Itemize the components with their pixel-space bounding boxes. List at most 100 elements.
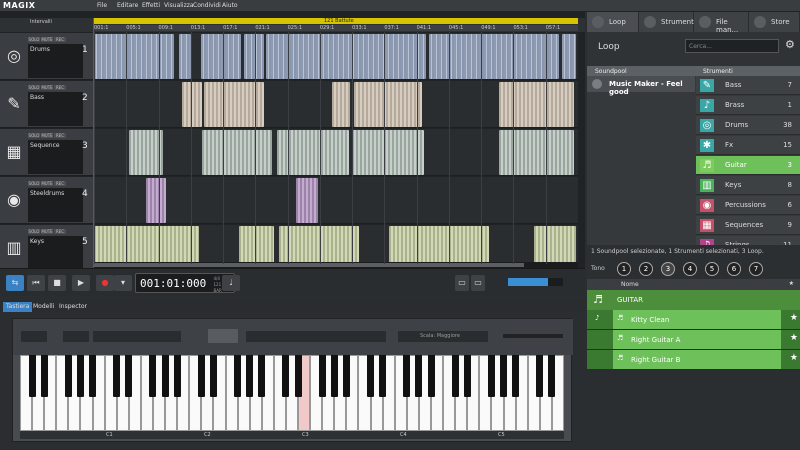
favorite-star-icon[interactable]: ★: [790, 313, 798, 323]
tab-store[interactable]: Store: [749, 12, 800, 32]
menu-file[interactable]: File: [97, 2, 107, 9]
black-key[interactable]: [258, 355, 266, 397]
stop-button[interactable]: ■: [48, 275, 66, 291]
black-key[interactable]: [403, 355, 411, 397]
black-key[interactable]: [548, 355, 556, 397]
tab-loop[interactable]: Loop: [587, 12, 639, 32]
tone-button-4[interactable]: 4: [683, 262, 697, 276]
audio-object[interactable]: [94, 34, 174, 79]
black-key[interactable]: [76, 355, 84, 397]
arpeggio-button[interactable]: [208, 329, 238, 343]
audio-object[interactable]: [266, 34, 426, 79]
black-key[interactable]: [173, 355, 181, 397]
instrument-fx[interactable]: ✱ Fx 15: [696, 136, 800, 155]
black-key[interactable]: [379, 355, 387, 397]
tone-button-2[interactable]: 2: [639, 262, 653, 276]
black-key[interactable]: [463, 355, 471, 397]
black-key[interactable]: [487, 355, 495, 397]
tab-templates[interactable]: Modelli: [30, 302, 57, 312]
menu-visualizza[interactable]: Visualizza: [164, 2, 194, 9]
black-key[interactable]: [28, 355, 36, 397]
black-key[interactable]: [161, 355, 169, 397]
black-key[interactable]: [451, 355, 459, 397]
track-mute-button[interactable]: MUTE: [41, 37, 53, 42]
loop-item[interactable]: ♬ Right Guitar B ★: [587, 350, 800, 370]
black-key[interactable]: [427, 355, 435, 397]
audio-object[interactable]: [499, 130, 574, 175]
audio-object[interactable]: [499, 82, 574, 127]
black-key[interactable]: [149, 355, 157, 397]
tab-file-manager[interactable]: File man...: [694, 12, 749, 34]
instrument-brass[interactable]: ♪ Brass 1: [696, 96, 800, 115]
instrument-drums[interactable]: ◎ Drums 38: [696, 116, 800, 135]
tab-inspector[interactable]: Inspector: [56, 302, 90, 312]
track-lane[interactable]: [94, 177, 578, 224]
favorite-star-icon[interactable]: ★: [790, 333, 798, 343]
track-name[interactable]: Bass: [28, 92, 83, 126]
black-key[interactable]: [197, 355, 205, 397]
track-header-drums[interactable]: ◎ SOLO MUTE REC Drums 1: [0, 33, 93, 80]
audio-object[interactable]: [146, 178, 166, 223]
black-key[interactable]: [125, 355, 133, 397]
search-input[interactable]: Cerca...: [685, 39, 779, 53]
black-key[interactable]: [512, 355, 520, 397]
view-button-1[interactable]: ▭: [455, 275, 469, 291]
favorite-star-icon[interactable]: ★: [790, 353, 798, 363]
record-button[interactable]: ●: [96, 275, 114, 291]
loop-name[interactable]: ♬ Right Guitar A: [613, 330, 781, 349]
scale-select[interactable]: Scala: Maggiore: [398, 331, 488, 342]
track-name[interactable]: Sequence: [28, 140, 83, 174]
black-key[interactable]: [282, 355, 290, 397]
rewind-button[interactable]: ⏮: [27, 275, 45, 291]
tab-instruments[interactable]: Strumenti: [639, 12, 696, 32]
black-key[interactable]: [536, 355, 544, 397]
menu-aiuto[interactable]: Aiuto: [222, 2, 238, 9]
track-rec-button[interactable]: REC: [54, 133, 66, 138]
tone-button-6[interactable]: 6: [727, 262, 741, 276]
track-name[interactable]: Keys: [28, 236, 83, 270]
chord-controls[interactable]: [246, 331, 386, 342]
play-button[interactable]: ▶: [72, 275, 90, 291]
audio-object[interactable]: [332, 82, 350, 127]
audio-object[interactable]: [182, 82, 202, 127]
instrument-sequences[interactable]: ▦ Sequences 9: [696, 216, 800, 235]
track-rec-button[interactable]: REC: [54, 181, 66, 186]
menu-editare[interactable]: Editare: [117, 2, 138, 9]
track-header-bass[interactable]: ✎ SOLO MUTE REC Bass 2: [0, 81, 93, 128]
track-lane[interactable]: [94, 33, 578, 80]
track-solo-button[interactable]: SOLO: [28, 37, 40, 42]
track-rec-button[interactable]: REC: [54, 85, 66, 90]
guitar-group-header[interactable]: ♬ GUITAR: [587, 290, 800, 310]
instrument-bass[interactable]: ✎ Bass 7: [696, 76, 800, 95]
audio-object[interactable]: [201, 34, 241, 79]
tone-button-3[interactable]: 3: [661, 262, 675, 276]
instrument-percussions[interactable]: ◉ Percussions 6: [696, 196, 800, 215]
timeline-ruler[interactable]: 121 Battute 001:1 005:1 009:1 013:1 017:1 021…: [0, 18, 585, 32]
volume-slider[interactable]: [508, 278, 563, 286]
track-header-steeldrums[interactable]: ◉ SOLO MUTE REC Steeldrums 4: [0, 177, 93, 224]
preset-select[interactable]: [93, 331, 181, 342]
loop-name[interactable]: ♬ Kitty Clean: [613, 310, 781, 329]
tone-button-7[interactable]: 7: [749, 262, 763, 276]
tone-button-5[interactable]: 5: [705, 262, 719, 276]
track-rec-button[interactable]: REC: [54, 37, 66, 42]
audio-object[interactable]: [202, 130, 272, 175]
black-key[interactable]: [234, 355, 242, 397]
track-solo-button[interactable]: SOLO: [28, 181, 40, 186]
piano-keys[interactable]: [20, 355, 564, 431]
track-name[interactable]: Steeldrums: [28, 188, 83, 222]
track-lane[interactable]: [94, 81, 578, 128]
black-key[interactable]: [246, 355, 254, 397]
menu-effetti[interactable]: Effetti: [142, 2, 160, 9]
black-key[interactable]: [342, 355, 350, 397]
black-key[interactable]: [209, 355, 217, 397]
options-button[interactable]: ▾: [114, 275, 132, 291]
black-key[interactable]: [64, 355, 72, 397]
black-key[interactable]: [294, 355, 302, 397]
black-key[interactable]: [367, 355, 375, 397]
loop-toggle-button[interactable]: ⇆: [6, 275, 24, 291]
loop-item[interactable]: ♪ ♬ Kitty Clean ★: [587, 310, 800, 330]
view-button-2[interactable]: ▭: [471, 275, 485, 291]
gear-icon[interactable]: ⚙: [785, 38, 795, 51]
black-key[interactable]: [318, 355, 326, 397]
